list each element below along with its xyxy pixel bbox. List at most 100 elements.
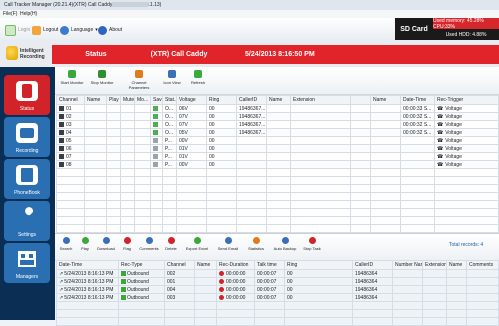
col-extension[interactable]: Extension	[422, 260, 447, 270]
empty-cell	[392, 301, 423, 310]
empty-cell	[290, 160, 351, 169]
datetime-cell[interactable]: ↗5/24/2013 8:16:13 PM	[56, 269, 119, 278]
col-save[interactable]: Save	[150, 95, 163, 105]
datetime-cell[interactable]: ↗5/24/2013 8:16:13 PM	[56, 293, 119, 302]
channel-row[interactable]: 01 O... 06V 00 19486367... 00:00:33 S... ☎ Volt…	[56, 104, 499, 113]
menu-help[interactable]: Help(H)	[20, 11, 37, 17]
channel-row[interactable]: 04 O... 05V 00 19486367... 00:00:32 S... ☎ Volt…	[56, 128, 499, 137]
export-excel-button[interactable]: Export Excel	[183, 237, 211, 257]
sidebar-item-status[interactable]: Status	[4, 75, 50, 115]
delete-button[interactable]: Delete	[163, 237, 179, 257]
search-button[interactable]: Search	[58, 237, 74, 257]
col-status[interactable]: Stat...	[162, 95, 177, 105]
channel-row[interactable]: 02 O... 07V 00 19486367... 00:00:32 S... ☎ Volt…	[56, 112, 499, 121]
col-voltage[interactable]: Voltage	[176, 95, 207, 105]
col-channel[interactable]: Channel	[56, 95, 85, 105]
channel-cell[interactable]: 08	[56, 160, 85, 169]
sd-card-indicator: SD Card	[395, 18, 433, 40]
col-mode[interactable]: Mo...	[134, 95, 151, 105]
channel-cell: 001	[164, 277, 195, 286]
play-button[interactable]: Play	[78, 237, 92, 257]
login-button[interactable]: Login	[5, 24, 30, 36]
empty-cell	[162, 168, 177, 177]
col-callerid[interactable]: CallerID	[236, 95, 267, 105]
send-email-button[interactable]: Send Email	[215, 237, 241, 257]
col-talk-time[interactable]: Talk time	[254, 260, 285, 270]
refresh-button[interactable]: Refresh	[185, 70, 211, 90]
stop-monitor-button[interactable]: Stop Monitor	[89, 70, 115, 90]
flag-button[interactable]: Flag	[120, 237, 134, 257]
col-comments[interactable]: Comments	[466, 260, 499, 270]
col-mute[interactable]: Mute	[120, 95, 135, 105]
empty-cell	[118, 317, 165, 326]
col-play[interactable]: Play	[106, 95, 121, 105]
channel-cell[interactable]: 07	[56, 152, 85, 161]
channel-cell[interactable]: 02	[56, 112, 85, 121]
recording-row[interactable]: ↗5/24/2013 8:16:13 PM Outbound 002 00:00:00…	[56, 269, 499, 278]
comments-button[interactable]: Comments	[137, 237, 161, 257]
auto-backup-button[interactable]: Auto Backup	[271, 237, 299, 257]
empty-cell	[466, 269, 499, 278]
channel-parameters-button[interactable]: Channel Parameters	[121, 70, 157, 90]
empty-cell	[216, 317, 255, 326]
start-monitor-button[interactable]: Start Monitor	[59, 70, 85, 90]
empty-cell	[84, 168, 107, 177]
col-name-3[interactable]: Name	[370, 95, 401, 105]
col-callerid[interactable]: CallerID	[352, 260, 393, 270]
recording-row[interactable]: ↗5/24/2013 8:16:13 PM Outbound 003 00:00:00…	[56, 293, 499, 302]
callerid-cell-text: 19486364	[355, 270, 378, 277]
sidebar-item-managers[interactable]: Managers	[4, 243, 50, 283]
col-rec-trigger[interactable]: Rec-Trigger	[434, 95, 499, 105]
col-rec-duration[interactable]: Rec-Duration	[216, 260, 255, 270]
empty-cell	[56, 301, 119, 310]
channel-row[interactable]: 08 P... 00V 00 ☎ Voltage	[56, 160, 499, 169]
channel-icon	[59, 145, 64, 151]
col-number-name[interactable]: Number Name	[392, 260, 423, 270]
col-ring[interactable]: Ring	[206, 95, 237, 105]
datetime-cell	[400, 136, 435, 145]
col-rec-type[interactable]: Rec-Type	[118, 260, 165, 270]
empty-cell	[106, 216, 121, 225]
col-extension[interactable]: Extension	[290, 95, 351, 105]
language-button[interactable]: Language ▾	[60, 24, 98, 36]
logout-button[interactable]: Logout	[32, 24, 58, 36]
trigger-cell-text: Voltage	[445, 105, 462, 112]
channel-cell[interactable]: 01	[56, 104, 85, 113]
datetime-cell[interactable]: ↗5/24/2013 8:16:13 PM	[56, 277, 119, 286]
recording-row[interactable]: ↗5/24/2013 8:16:13 PM Outbound 001 00:00:00…	[56, 277, 499, 286]
channel-row[interactable]: 05 P... 00V 00 ☎ Voltage	[56, 136, 499, 145]
col-ring[interactable]: Ring	[284, 260, 353, 270]
stop-task-button[interactable]: Stop Task	[302, 237, 322, 257]
channel-row[interactable]: 06 P... 01V 00 ☎ Voltage	[56, 144, 499, 153]
channel-cell[interactable]: 04	[56, 128, 85, 137]
col-name-2[interactable]: Name	[446, 260, 467, 270]
sidebar-item-recording[interactable]: Recording	[4, 117, 50, 157]
datetime-cell[interactable]: ↗5/24/2013 8:16:13 PM	[56, 285, 119, 294]
sidebar-item-settings[interactable]: Settings	[4, 201, 50, 241]
app-logo: Intelligent Recording	[6, 44, 46, 64]
col-datetime[interactable]: Date-Time	[56, 260, 119, 270]
ring-cell: 00	[284, 293, 353, 302]
icon-view-button[interactable]: Icon View	[159, 70, 185, 90]
col-blank[interactable]	[350, 95, 371, 105]
channel-cell[interactable]: 05	[56, 136, 85, 145]
col-name[interactable]: Name	[194, 260, 217, 270]
save-cell-text: O...	[165, 105, 174, 112]
col-channel[interactable]: Channel	[164, 260, 195, 270]
download-button[interactable]: Download	[95, 237, 117, 257]
empty-cell	[466, 317, 499, 326]
channel-cell[interactable]: 06	[56, 144, 85, 153]
channel-row[interactable]: 03 O... 07V 00 19486367... 00:00:32 S... ☎ Volt…	[56, 120, 499, 129]
col-name-2[interactable]: Name	[266, 95, 291, 105]
trigger-cell-text: Voltage	[445, 137, 462, 144]
col-datetime[interactable]: Date-Time	[400, 95, 435, 105]
col-name[interactable]: Name	[84, 95, 107, 105]
channel-cell[interactable]: 03	[56, 120, 85, 129]
sidebar-item-phonebook[interactable]: PhoneBook	[4, 159, 50, 199]
menu-file[interactable]: File(F)	[3, 11, 17, 17]
channel-row[interactable]: 07 P... 01V 00 ☎ Voltage	[56, 152, 499, 161]
statistics-button[interactable]: Statistics	[244, 237, 268, 257]
empty-cell	[236, 224, 267, 233]
about-button[interactable]: About	[98, 24, 122, 36]
recording-row[interactable]: ↗5/24/2013 8:16:13 PM Outbound 004 00:00:00…	[56, 285, 499, 294]
